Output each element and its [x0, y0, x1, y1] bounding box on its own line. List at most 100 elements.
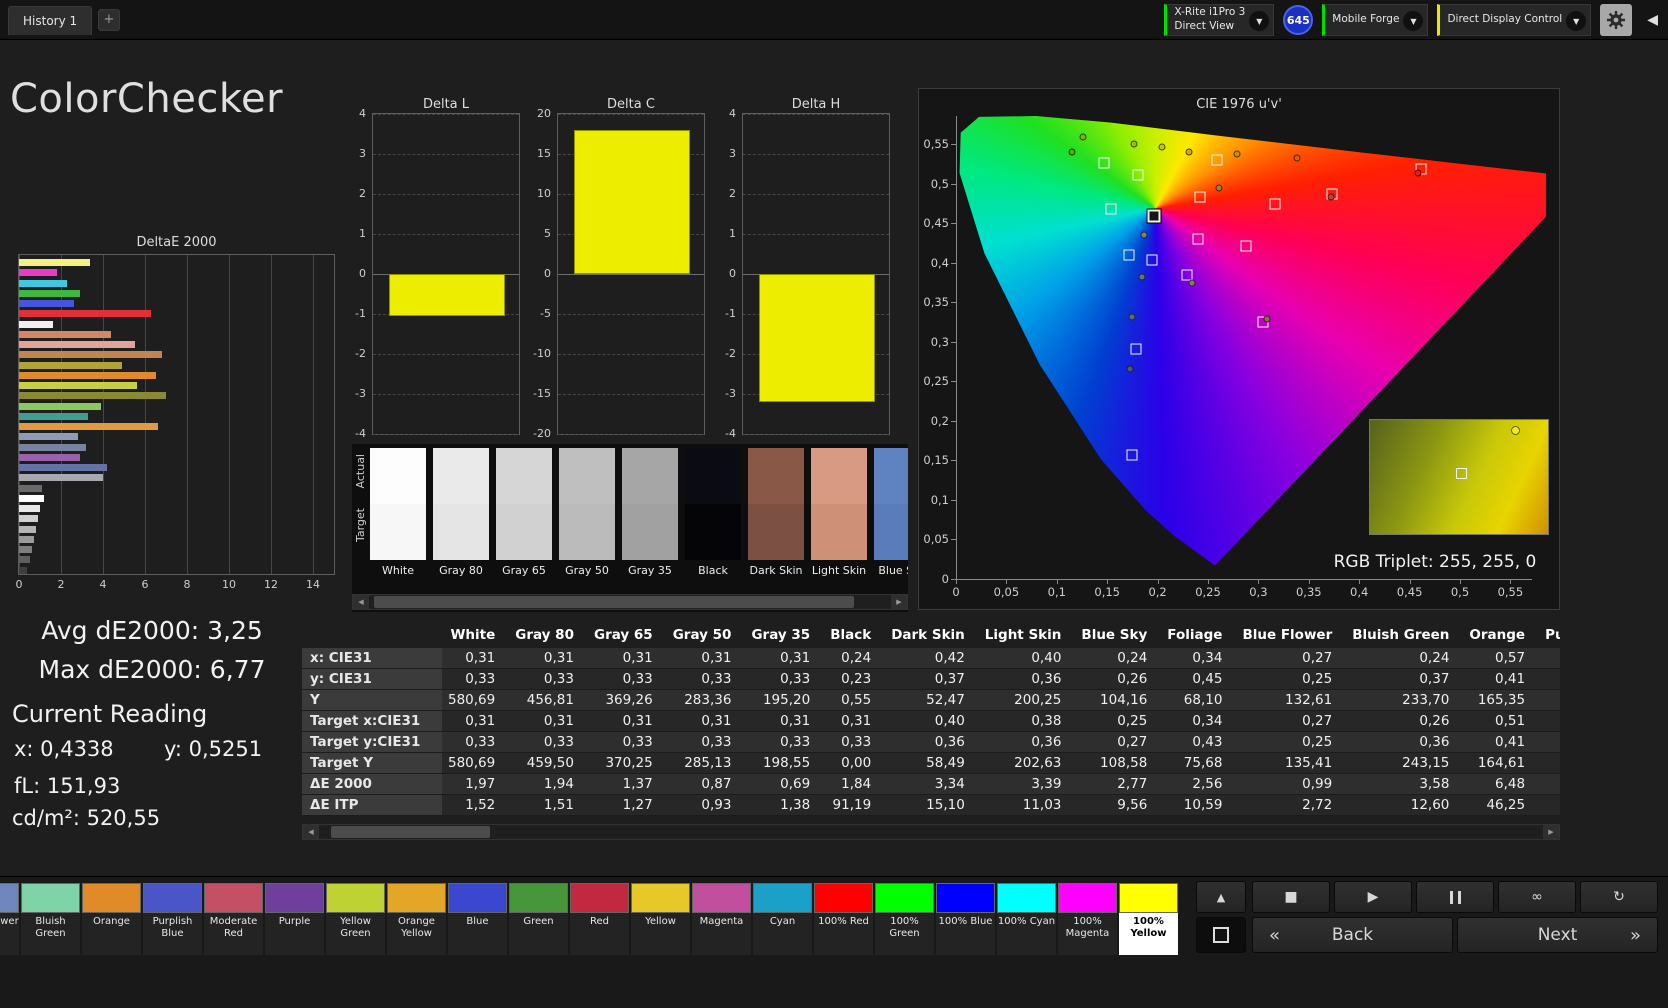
add-tab-button[interactable]: +: [98, 9, 120, 31]
row-label: Target y:CIE31: [302, 731, 442, 752]
delta-e-bar: [19, 331, 111, 338]
scrollbar-track[interactable]: [369, 595, 891, 609]
pattern-patch-button[interactable]: 100% Cyan: [997, 883, 1056, 955]
table-row[interactable]: Target x:CIE310,310,310,310,310,310,310,…: [302, 710, 1560, 731]
loop-button[interactable]: ↻: [1580, 881, 1658, 913]
pattern-patch-button[interactable]: Blue: [448, 883, 507, 955]
pause-button[interactable]: [1416, 881, 1494, 913]
table-cell: 0,24: [1075, 647, 1161, 668]
table-cell: 91,19: [824, 794, 885, 815]
color-swatch[interactable]: Gray 50: [559, 448, 615, 578]
continuous-button[interactable]: ∞: [1498, 881, 1576, 913]
table-row[interactable]: ΔE ITP1,521,511,270,931,3891,1915,1011,0…: [302, 794, 1560, 815]
table-cell: 0,31: [442, 710, 509, 731]
swatch-scrollbar[interactable]: ◀ ▶: [352, 594, 908, 610]
color-swatch[interactable]: White: [370, 448, 426, 578]
pattern-patch-button[interactable]: 100% Blue: [936, 883, 995, 955]
table-cell: 58,49: [885, 752, 979, 773]
scrollbar-track[interactable]: [319, 825, 1543, 839]
table-cell: 1,84: [824, 773, 885, 794]
color-swatch[interactable]: Gray 65: [496, 448, 552, 578]
color-swatch[interactable]: Light Skin: [811, 448, 867, 578]
continuous-icon: ∞: [1531, 889, 1543, 905]
history-tab[interactable]: History 1: [8, 6, 92, 35]
column-header: Purplish Blue: [1539, 624, 1560, 647]
meter-badge[interactable]: 645: [1283, 5, 1313, 35]
scrollbar-thumb[interactable]: [374, 596, 854, 608]
measurement-marker: [1415, 169, 1422, 176]
play-icon: ▶: [1368, 889, 1379, 905]
table-scrollbar[interactable]: ◀ ▶: [302, 824, 1560, 840]
table-cell: 0,24: [1346, 647, 1463, 668]
meter-dropdown-button[interactable]: ▼: [1403, 11, 1423, 31]
table-cell: 580,69: [442, 752, 509, 773]
table-row[interactable]: Target Y580,69459,50370,25285,13198,550,…: [302, 752, 1560, 773]
table-row[interactable]: ΔE 20001,971,941,370,870,691,843,343,392…: [302, 773, 1560, 794]
pattern-patch-button[interactable]: 100% Magenta: [1058, 883, 1117, 955]
scrollbar-thumb[interactable]: [331, 826, 490, 838]
table-cell: 0,25: [1236, 731, 1346, 752]
table-row[interactable]: Y580,69456,81369,26283,36195,200,5552,47…: [302, 689, 1560, 710]
pattern-patch-button[interactable]: Yellow Green: [326, 883, 385, 955]
cie-x-axis: [956, 579, 1532, 580]
blank-pattern-button[interactable]: [1196, 917, 1246, 953]
pattern-patch-button[interactable]: Blue Flower: [0, 883, 19, 955]
pattern-patch-button[interactable]: Cyan: [753, 883, 812, 955]
pattern-patch-button[interactable]: Orange Yellow: [387, 883, 446, 955]
table-cell: 75,68: [1161, 752, 1236, 773]
meter-dropdown-button[interactable]: ▼: [1249, 11, 1269, 31]
axis-tick-label: -20: [521, 427, 551, 440]
pattern-patch-button[interactable]: Yellow: [631, 883, 690, 955]
pattern-patch-button[interactable]: Red: [570, 883, 629, 955]
color-swatch[interactable]: Blue Sky: [874, 448, 908, 578]
scroll-right-button[interactable]: ▶: [1543, 825, 1559, 839]
meter-dropdown-button[interactable]: ▼: [1566, 11, 1586, 31]
back-button[interactable]: « Back: [1252, 917, 1453, 953]
meter-box[interactable]: Direct Display Control▼: [1437, 4, 1591, 36]
target-color: [433, 504, 489, 560]
tick-mark: [1107, 579, 1108, 584]
patch-color-swatch: [1058, 883, 1117, 913]
pattern-patch-button[interactable]: Purple: [265, 883, 324, 955]
pattern-patch-button[interactable]: 100% Yellow: [1119, 883, 1178, 955]
pattern-patch-button[interactable]: 100% Red: [814, 883, 873, 955]
settings-button[interactable]: [1600, 4, 1632, 36]
meter-box[interactable]: X-Rite i1Pro 3Direct View▼: [1164, 4, 1274, 36]
color-swatch[interactable]: Black: [685, 448, 741, 578]
color-swatch[interactable]: Gray 80: [433, 448, 489, 578]
scroll-left-button[interactable]: ◀: [353, 595, 369, 609]
pattern-patch-button[interactable]: Bluish Green: [21, 883, 80, 955]
table-row[interactable]: x: CIE310,310,310,310,310,310,240,420,40…: [302, 647, 1560, 668]
table-cell: 1,38: [745, 794, 824, 815]
back-chevron-icon: «: [1269, 925, 1280, 946]
actual-color: [559, 448, 615, 504]
collapse-panel-button[interactable]: ◀: [1641, 12, 1664, 28]
next-button[interactable]: Next »: [1457, 917, 1658, 953]
pattern-patch-button[interactable]: Green: [509, 883, 568, 955]
axis-tick-label: 4: [336, 107, 366, 120]
scroll-left-button[interactable]: ◀: [303, 825, 319, 839]
color-swatch[interactable]: Dark Skin: [748, 448, 804, 578]
stop-button[interactable]: ■: [1252, 881, 1330, 913]
table-cell: 0,40: [885, 710, 979, 731]
table-cell: 0,33: [588, 731, 667, 752]
patch-color-swatch: [753, 883, 812, 913]
patch-color-swatch: [692, 883, 751, 913]
delta-e-bar: [19, 280, 67, 287]
table-row[interactable]: y: CIE310,330,330,330,330,330,230,370,36…: [302, 668, 1560, 689]
table-row[interactable]: Target y:CIE310,330,330,330,330,330,330,…: [302, 731, 1560, 752]
page-title: ColorChecker: [10, 76, 283, 122]
patch-strip-up-button[interactable]: ▲: [1196, 881, 1246, 913]
play-button[interactable]: ▶: [1334, 881, 1412, 913]
pattern-patch-button[interactable]: Orange: [82, 883, 141, 955]
scroll-right-button[interactable]: ▶: [891, 595, 907, 609]
pattern-patch-button[interactable]: 100% Green: [875, 883, 934, 955]
target-axis-label: Target: [354, 508, 367, 542]
meter-box[interactable]: Mobile Forge▼: [1322, 4, 1428, 36]
swatch-strip-panel: Actual Target WhiteGray 80Gray 65Gray 50…: [352, 444, 908, 612]
color-swatch[interactable]: Gray 35: [622, 448, 678, 578]
pattern-patch-button[interactable]: Magenta: [692, 883, 751, 955]
pattern-patch-button[interactable]: Moderate Red: [204, 883, 263, 955]
axis-tick-label: -10: [521, 347, 551, 360]
pattern-patch-button[interactable]: Purplish Blue: [143, 883, 202, 955]
